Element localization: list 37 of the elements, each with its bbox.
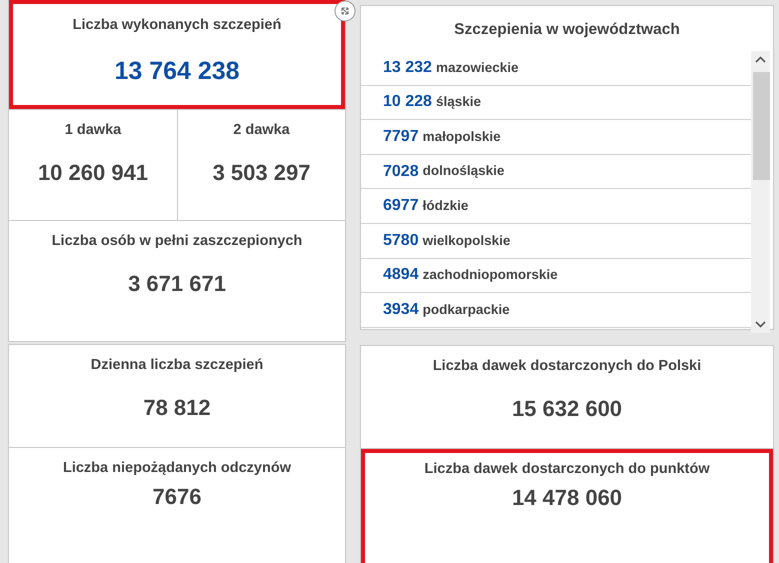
province-count: 7797 [383, 126, 419, 147]
province-name: podkarpackie [422, 300, 510, 319]
stat-value: 13 764 238 [114, 56, 240, 87]
scroll-down-icon[interactable] [755, 320, 766, 328]
stat-value: 7676 [152, 482, 202, 511]
province-name: wielkopolskie [422, 232, 510, 250]
stat-value: 15 632 600 [512, 394, 622, 423]
province-name: małopolskie [422, 128, 501, 146]
province-name: mazowieckie [436, 58, 518, 77]
province-count: 5780 [383, 230, 419, 251]
scroll-up-icon[interactable] [755, 56, 766, 64]
province-count: 6977 [383, 196, 419, 216]
panel-title: Szczepienia w województwach [454, 21, 680, 38]
province-count: 4894 [383, 265, 419, 286]
province-count: 10 228 [383, 92, 432, 112]
province-count: 13 232 [383, 58, 432, 78]
resize-icon[interactable] [334, 0, 356, 22]
stat-value: 14 478 060 [512, 484, 622, 512]
stat-label: Liczba dawek dostarczonych do punktów [424, 460, 710, 479]
stat-value: 3 503 297 [212, 158, 310, 187]
province-name: zachodniopomorskie [422, 266, 558, 284]
stat-label: 2 dawka [233, 121, 290, 140]
province-name: dolnośląskie [422, 162, 504, 180]
stat-value: 78 812 [143, 394, 211, 422]
province-name: łódzkie [422, 197, 468, 216]
province-name: śląskie [436, 93, 481, 112]
stat-label: Liczba niepożądanych odczynów [62, 459, 291, 478]
stat-value: 10 260 941 [38, 158, 148, 187]
province-count: 3934 [383, 300, 419, 320]
stat-value: 3 671 671 [128, 270, 226, 298]
stat-label: Dzienna liczba szczepień [90, 356, 264, 375]
stat-label: 1 dawka [64, 121, 122, 140]
scrollbar-thumb[interactable] [753, 72, 770, 180]
stat-label: Liczba wykonanych szczepień [72, 16, 282, 35]
province-count: 7028 [383, 162, 419, 182]
stat-label: Liczba dawek dostarczonych do Polski [432, 357, 702, 376]
stat-label: Liczba osób w pełni zaszczepionych [52, 232, 302, 251]
